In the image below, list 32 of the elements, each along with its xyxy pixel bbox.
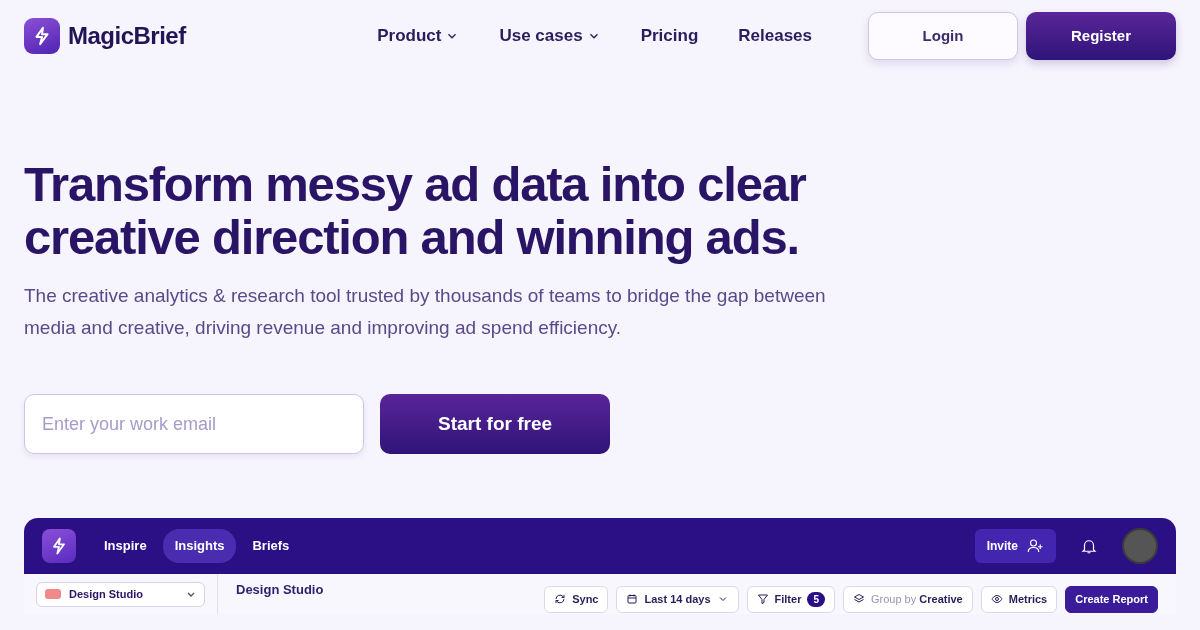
notification-bell-icon[interactable]	[1080, 537, 1098, 555]
group-button[interactable]: Group by Creative	[843, 586, 973, 613]
hero-subtitle: The creative analytics & research tool trusted by thousands of teams to bridge the gap between media and creative, driving revenue and improving ad spend efficiency.	[24, 284, 827, 340]
app-tab[interactable]: Insights	[162, 529, 237, 563]
create-report-button[interactable]: Create Report	[1065, 586, 1158, 613]
register-button[interactable]: Register	[1026, 12, 1176, 60]
app-logo-icon[interactable]	[42, 529, 76, 563]
add-user-icon	[1026, 537, 1044, 555]
login-button[interactable]: Login	[868, 12, 1018, 60]
sync-icon	[554, 593, 567, 606]
date-button[interactable]: Last 14 days	[616, 586, 739, 613]
invite-button[interactable]: Invite	[974, 529, 1056, 563]
email-field[interactable]: Enter your work email	[24, 394, 364, 454]
hero-headline: Transform messy ad data into clear creative direction and winning ads.	[24, 158, 807, 264]
nav-link[interactable]: Product	[377, 23, 460, 49]
start-button[interactable]: Start for free	[380, 394, 610, 454]
app-tab[interactable]: Briefs	[240, 529, 302, 563]
metrics-button[interactable]: Metrics	[980, 586, 1058, 613]
eye-icon	[990, 593, 1003, 606]
app-tab[interactable]: Inspire	[92, 529, 159, 563]
sync-button[interactable]: Sync	[544, 586, 609, 613]
logo-icon[interactable]	[24, 18, 60, 54]
workspace-selector[interactable]: Design Studio	[36, 582, 205, 607]
page-title: Design Studio	[236, 581, 324, 599]
nav-link[interactable]: Pricing	[640, 23, 699, 49]
calendar-icon	[626, 593, 639, 606]
brand-name[interactable]: MagicBrief	[68, 18, 186, 54]
nav-link[interactable]: Use cases	[499, 23, 601, 49]
filter-icon	[756, 593, 769, 606]
filter-count: 5	[807, 591, 825, 607]
filter-button[interactable]: Filter 5	[746, 586, 835, 613]
nav-link[interactable]: Releases	[738, 23, 812, 49]
